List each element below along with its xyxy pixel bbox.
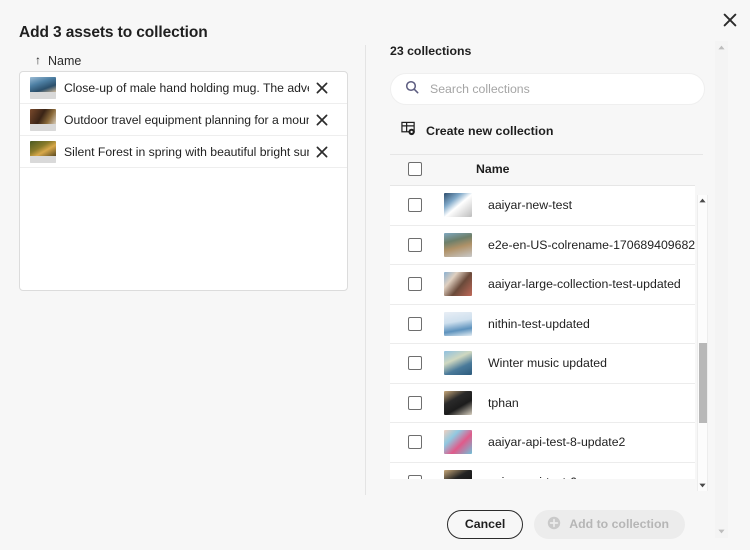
- collection-name: aaiyar-large-collection-test-updated: [488, 277, 681, 291]
- row-checkbox[interactable]: [408, 435, 422, 449]
- collection-thumbnail: [444, 233, 472, 257]
- collection-name: nithin-test-updated: [488, 317, 590, 331]
- collection-name: aaiyar-new-test: [488, 198, 572, 212]
- table-row[interactable]: aaiyar-api-test-8-update2: [390, 423, 695, 463]
- row-checkbox[interactable]: [408, 317, 422, 331]
- table-row[interactable]: nithin-test-updated: [390, 305, 695, 345]
- page-title: Add 3 assets to collection: [19, 24, 208, 42]
- row-checkbox[interactable]: [408, 277, 422, 291]
- page-scrollbar[interactable]: [715, 41, 728, 538]
- asset-name: Close-up of male hand holding mug. The a…: [64, 81, 309, 95]
- asset-name: Outdoor travel equipment planning for a …: [64, 113, 309, 127]
- scrollbar-thumb[interactable]: [699, 343, 707, 423]
- assets-column-header-name: Name: [48, 54, 81, 68]
- collection-name: e2e-en-US-colrename-1706894096823 r…: [488, 238, 695, 252]
- asset-thumbnail: [30, 141, 56, 163]
- collections-table-header: Name: [390, 155, 710, 183]
- collection-thumbnail: [444, 312, 472, 336]
- select-all-checkbox[interactable]: [408, 162, 422, 176]
- add-to-collection-dialog: Add 3 assets to collection ↑ Name Close-…: [0, 0, 750, 550]
- selected-assets-panel: ↑ Name Close-up of male hand holding mug…: [19, 50, 350, 292]
- table-row[interactable]: aaiyar-api-test-6: [390, 463, 695, 480]
- asset-thumbnail: [30, 77, 56, 99]
- row-checkbox[interactable]: [408, 475, 422, 479]
- collection-thumbnail: [444, 391, 472, 415]
- row-checkbox[interactable]: [408, 356, 422, 370]
- list-item[interactable]: Outdoor travel equipment planning for a …: [20, 104, 347, 136]
- remove-asset-icon[interactable]: [309, 75, 335, 101]
- table-row[interactable]: Winter music updated: [390, 344, 695, 384]
- chevron-down-icon[interactable]: [715, 525, 728, 538]
- collection-name: aaiyar-api-test-6: [488, 475, 577, 479]
- collection-name: Winter music updated: [488, 356, 607, 370]
- table-row[interactable]: e2e-en-US-colrename-1706894096823 r…: [390, 226, 695, 266]
- asset-thumbnail: [30, 109, 56, 131]
- list-item[interactable]: Close-up of male hand holding mug. The a…: [20, 72, 347, 104]
- collection-thumbnail: [444, 351, 472, 375]
- chevron-up-icon[interactable]: [715, 41, 728, 54]
- search-icon: [405, 80, 419, 99]
- collection-name: aaiyar-api-test-8-update2: [488, 435, 625, 449]
- plus-circle-icon: [547, 516, 561, 533]
- collections-list-scrollbar[interactable]: [697, 195, 708, 491]
- collection-thumbnail: [444, 272, 472, 296]
- table-row[interactable]: tphan: [390, 384, 695, 424]
- collection-thumbnail: [444, 430, 472, 454]
- remove-asset-icon[interactable]: [309, 139, 335, 165]
- row-checkbox[interactable]: [408, 198, 422, 212]
- collections-list[interactable]: aaiyar-new-test e2e-en-US-colrename-1706…: [390, 185, 695, 479]
- new-collection-icon: [401, 121, 416, 141]
- create-new-collection-label: Create new collection: [426, 124, 553, 138]
- close-icon[interactable]: [716, 6, 744, 34]
- selected-assets-list: Close-up of male hand holding mug. The a…: [19, 71, 348, 291]
- collection-thumbnail: [444, 470, 472, 479]
- chevron-down-icon[interactable]: [698, 480, 707, 491]
- dialog-footer: Cancel Add to collection: [0, 498, 712, 550]
- add-to-collection-button[interactable]: Add to collection: [534, 510, 685, 539]
- asset-name: Silent Forest in spring with beautiful b…: [64, 145, 309, 159]
- collection-thumbnail: [444, 193, 472, 217]
- row-checkbox[interactable]: [408, 238, 422, 252]
- collections-panel: 23 collections Create new collection: [390, 44, 710, 479]
- list-item[interactable]: Silent Forest in spring with beautiful b…: [20, 136, 347, 168]
- chevron-up-icon[interactable]: [698, 195, 707, 206]
- collections-count-label: 23 collections: [390, 44, 710, 60]
- search-input[interactable]: [428, 81, 682, 97]
- table-row[interactable]: aaiyar-large-collection-test-updated: [390, 265, 695, 305]
- panel-divider: [365, 45, 366, 495]
- row-checkbox[interactable]: [408, 396, 422, 410]
- search-collections-field[interactable]: [390, 73, 705, 105]
- assets-sort-header[interactable]: ↑ Name: [19, 50, 350, 72]
- sort-ascending-icon: ↑: [35, 54, 41, 66]
- add-to-collection-label: Add to collection: [569, 517, 669, 531]
- create-new-collection-button[interactable]: Create new collection: [390, 119, 710, 143]
- remove-asset-icon[interactable]: [309, 107, 335, 133]
- column-header-name: Name: [476, 162, 510, 176]
- collection-name: tphan: [488, 396, 519, 410]
- cancel-button[interactable]: Cancel: [447, 510, 523, 539]
- table-row[interactable]: aaiyar-new-test: [390, 186, 695, 226]
